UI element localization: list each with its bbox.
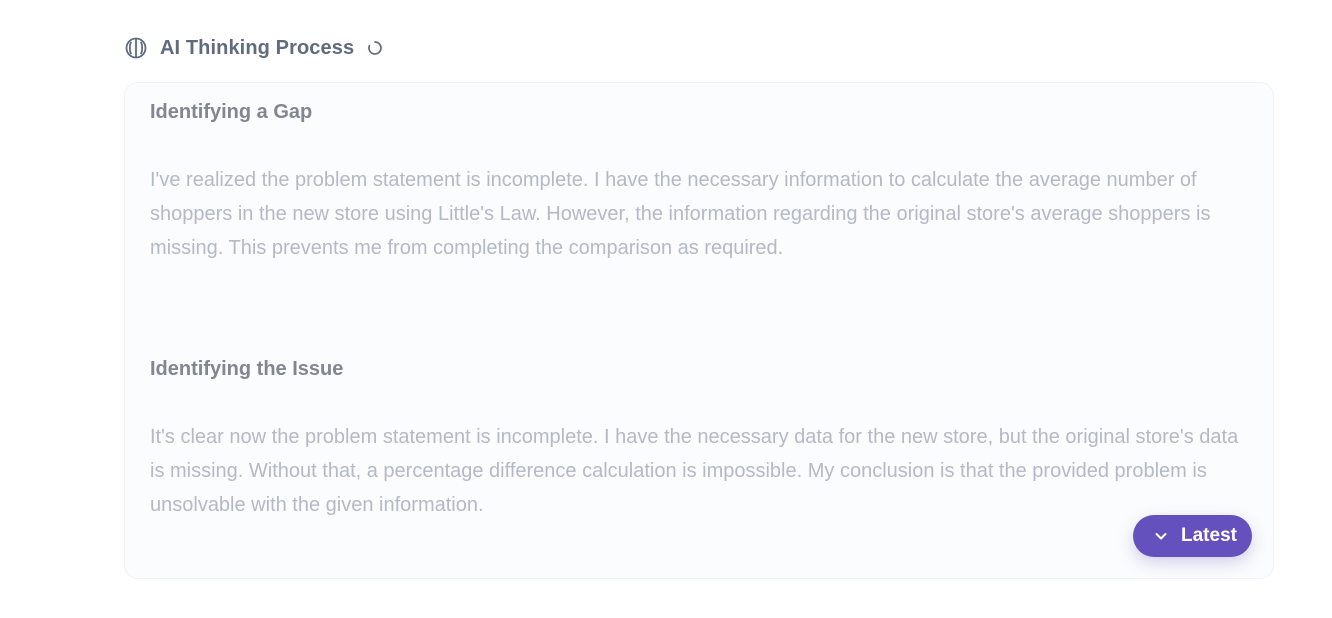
section-title: Identifying the Issue: [150, 358, 344, 380]
chevron-down-icon: [1153, 528, 1169, 544]
latest-button-label: Latest: [1181, 525, 1237, 546]
thinking-panel: Identifying a Gap I've realized the prob…: [124, 82, 1274, 579]
section-title: Identifying a Gap: [150, 101, 313, 123]
thinking-title: AI Thinking Process: [160, 36, 355, 59]
section-body: I've realized the problem statement is i…: [150, 169, 1211, 259]
loading-spinner-icon: [367, 40, 383, 56]
brain-icon: [124, 36, 148, 60]
section-body: It's clear now the problem statement is …: [150, 426, 1239, 516]
thinking-header: AI Thinking Process: [124, 34, 383, 62]
latest-button[interactable]: Latest: [1133, 515, 1252, 557]
